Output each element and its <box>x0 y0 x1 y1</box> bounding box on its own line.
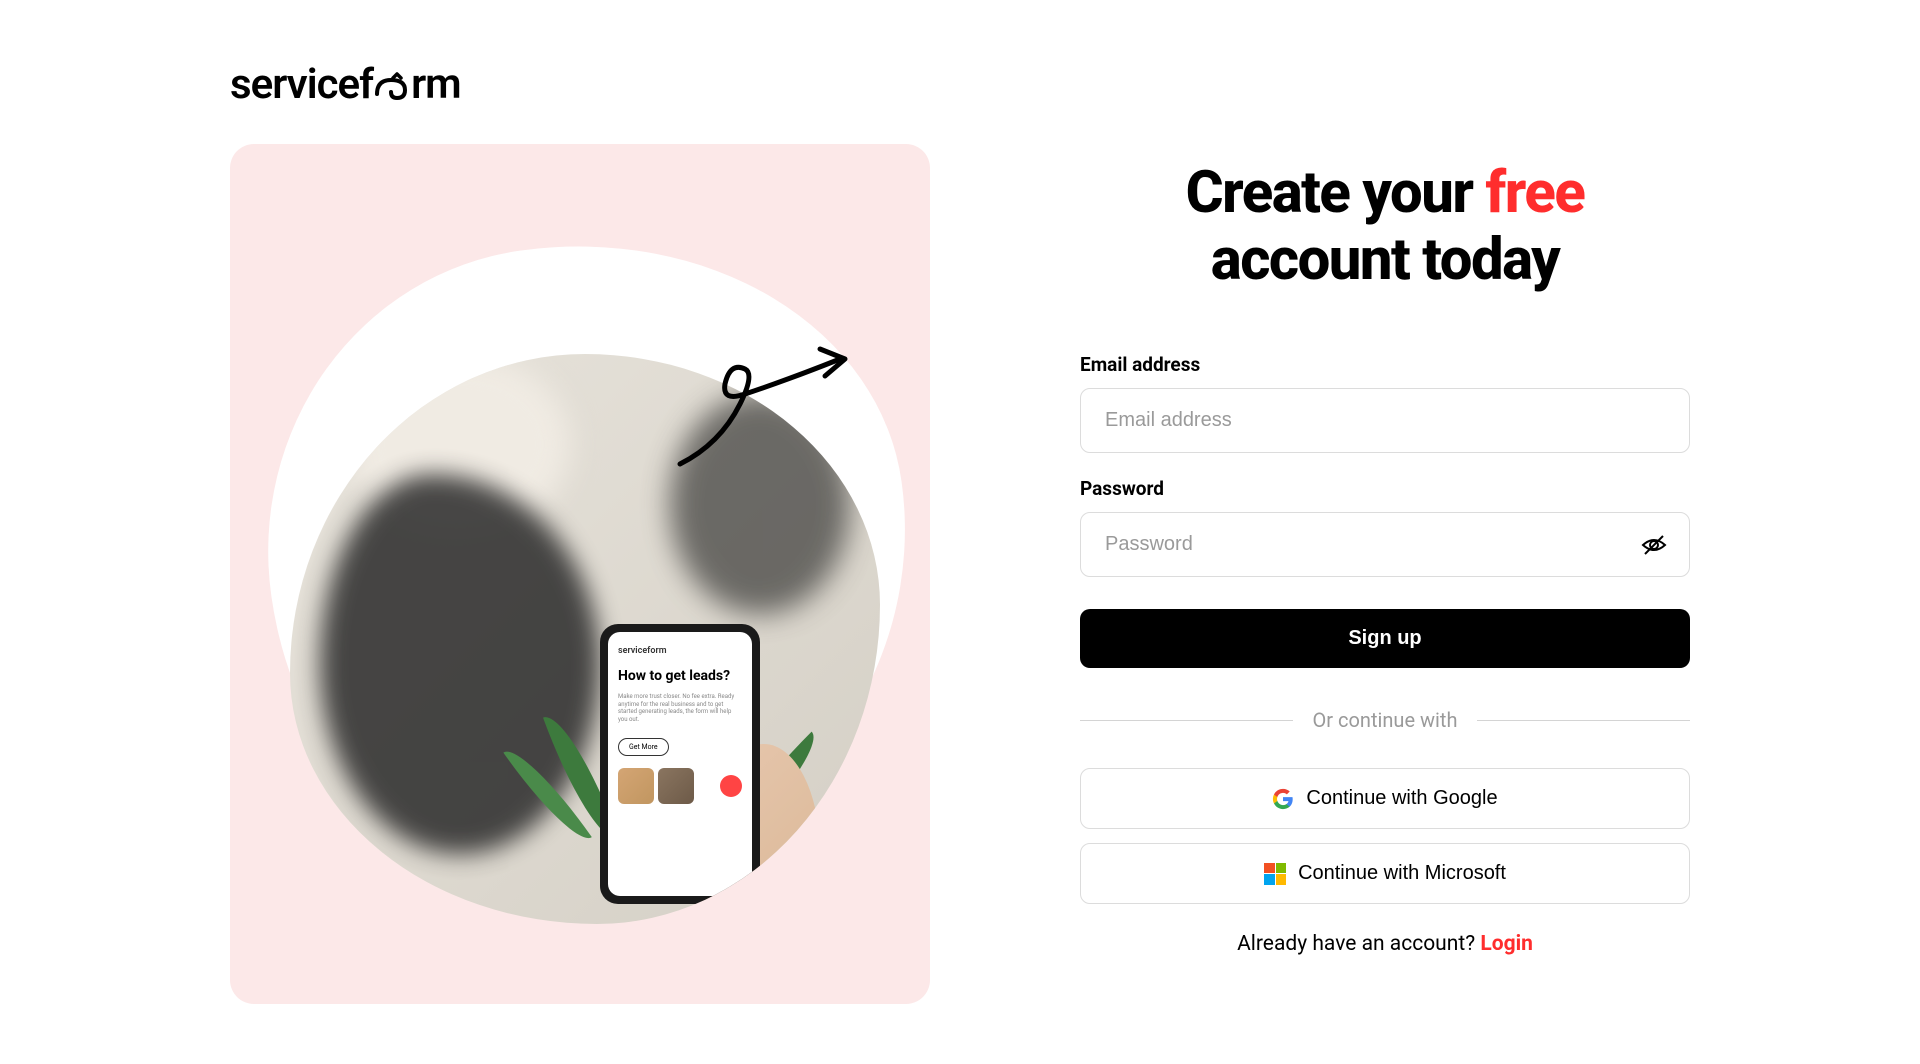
phone-mockup: serviceform How to get leads? Make more … <box>600 624 760 904</box>
password-label: Password <box>1080 477 1690 500</box>
google-signin-label: Continue with Google <box>1306 787 1497 810</box>
divider: Or continue with <box>1080 708 1690 732</box>
email-field[interactable] <box>1080 388 1690 453</box>
microsoft-signin-label: Continue with Microsoft <box>1298 862 1506 885</box>
phone-logo: serviceform <box>618 646 742 656</box>
divider-text: Or continue with <box>1313 708 1458 732</box>
password-field[interactable] <box>1080 512 1690 577</box>
email-label: Email address <box>1080 353 1690 376</box>
google-signin-button[interactable]: Continue with Google <box>1080 768 1690 829</box>
hero-illustration: serviceform How to get leads? Make more … <box>230 144 930 1004</box>
phone-text: Make more trust closer. No fee extra. Re… <box>618 693 742 724</box>
decorative-arrow-icon <box>670 334 870 474</box>
brand-logo: servicefrm <box>230 60 930 109</box>
login-prompt: Already have an account? Login <box>1080 932 1690 956</box>
phone-cta: Get More <box>618 738 669 756</box>
page-title: Create your free account today <box>1080 160 1690 293</box>
toggle-password-icon[interactable] <box>1640 531 1668 559</box>
signup-button[interactable]: Sign up <box>1080 609 1690 668</box>
phone-headline: How to get leads? <box>618 668 742 685</box>
microsoft-icon <box>1264 863 1286 885</box>
microsoft-signin-button[interactable]: Continue with Microsoft <box>1080 843 1690 904</box>
google-icon <box>1272 788 1294 810</box>
login-link[interactable]: Login <box>1480 932 1533 956</box>
